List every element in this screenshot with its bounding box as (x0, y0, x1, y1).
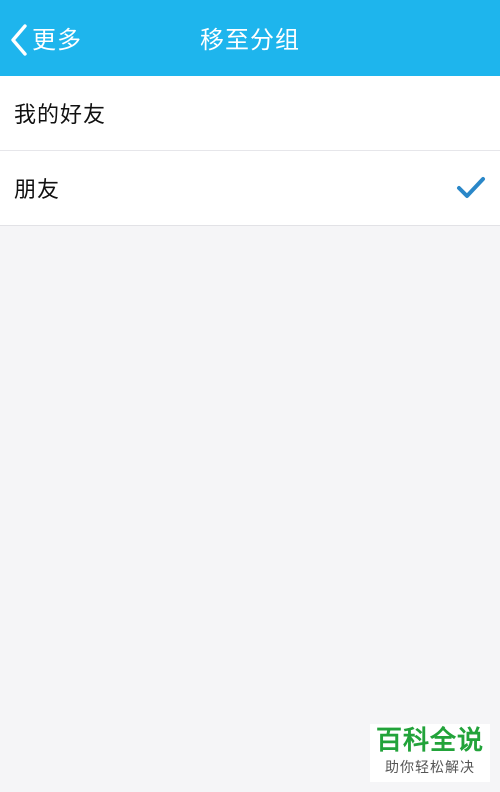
watermark-title: 百科全说 (375, 726, 484, 756)
screen: 更多 移至分组 我的好友 朋友 百科全说 助你轻松解决 (0, 0, 500, 792)
navigation-bar: 更多 移至分组 (0, 0, 500, 76)
group-item-label: 朋友 (14, 178, 61, 203)
watermark-subtitle: 助你轻松解决 (385, 760, 475, 776)
watermark-logo: 百科全说 助你轻松解决 (370, 724, 490, 782)
group-item-label: 我的好友 (14, 103, 107, 128)
back-button-label: 更多 (32, 26, 82, 54)
chevron-left-icon (8, 23, 30, 57)
group-item-my-friends[interactable]: 我的好友 (0, 76, 500, 150)
checkmark-icon (456, 176, 486, 200)
back-button[interactable]: 更多 (8, 18, 82, 62)
group-list: 我的好友 朋友 (0, 76, 500, 226)
group-item-friends[interactable]: 朋友 (0, 150, 500, 225)
